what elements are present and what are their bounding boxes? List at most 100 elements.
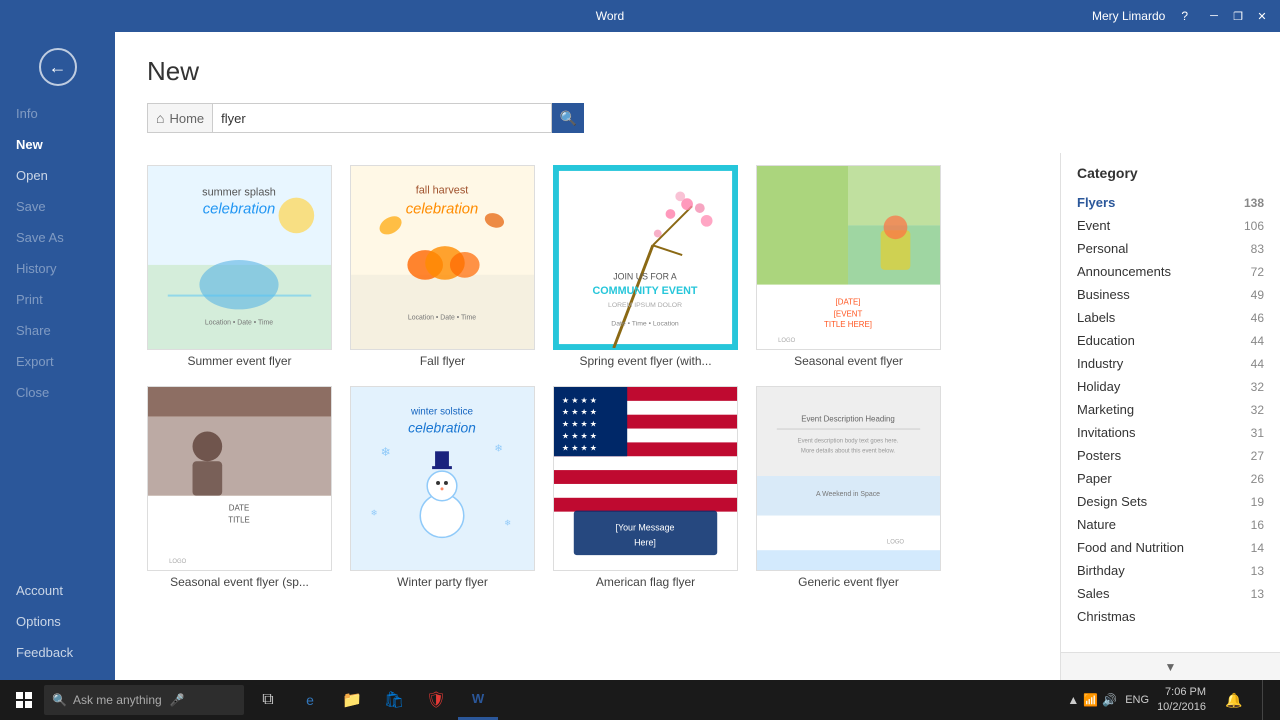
- taskbar-edge-icon[interactable]: e: [290, 680, 330, 720]
- search-bar: ⌂ Home 🔍: [147, 103, 1248, 133]
- template-card-winter[interactable]: winter solstice celebration: [350, 386, 535, 589]
- svg-text:★ ★ ★ ★: ★ ★ ★ ★: [562, 420, 597, 429]
- taskbar-search[interactable]: 🔍 Ask me anything 🎤: [44, 685, 244, 715]
- svg-text:[Your Message: [Your Message: [616, 522, 675, 532]
- template-name-spring: Spring event flyer (with...: [553, 354, 738, 368]
- template-row-1: summer splash celebration Location • Dat…: [147, 165, 1036, 368]
- home-button[interactable]: ⌂ Home: [147, 103, 212, 133]
- scroll-down-arrow[interactable]: ▼: [1061, 652, 1280, 680]
- taskbar-word-icon[interactable]: W: [458, 680, 498, 720]
- sidebar-item-new[interactable]: New: [0, 129, 115, 160]
- sidebar-item-account[interactable]: Account: [0, 575, 115, 606]
- template-thumb-american: ★ ★ ★ ★ ★ ★ ★ ★ ★ ★ ★ ★ ★ ★ ★ ★ ★ ★ ★ ★ …: [553, 386, 738, 571]
- sidebar-item-share[interactable]: Share: [0, 315, 115, 346]
- sidebar-item-history[interactable]: History: [0, 253, 115, 284]
- category-item-event[interactable]: Event 106: [1061, 214, 1280, 237]
- svg-text:LOREM IPSUM DOLOR: LOREM IPSUM DOLOR: [608, 302, 682, 309]
- restore-button[interactable]: ❐: [1228, 6, 1248, 26]
- sidebar-nav: Info New Open Save Save As History Print…: [0, 98, 115, 575]
- sidebar-item-close[interactable]: Close: [0, 377, 115, 408]
- search-input[interactable]: [212, 103, 552, 133]
- taskbar-task-view[interactable]: ⧉: [248, 680, 288, 720]
- tray-network-icon[interactable]: 📶: [1083, 693, 1098, 707]
- search-button[interactable]: 🔍: [552, 103, 584, 133]
- back-button[interactable]: ←: [33, 42, 83, 92]
- sidebar: ← Info New Open Save Save As History Pri…: [0, 32, 115, 680]
- taskbar-store-icon[interactable]: 🛍: [374, 680, 414, 720]
- tray-volume-icon[interactable]: 🔊: [1102, 693, 1117, 707]
- sidebar-item-feedback[interactable]: Feedback: [0, 637, 115, 668]
- category-item-nature[interactable]: Nature 16: [1061, 513, 1280, 536]
- taskbar-right: ▲ 📶 🔊 ENG 7:06 PM 10/2/2016 🔔: [1059, 680, 1276, 720]
- svg-text:Event Description Heading: Event Description Heading: [801, 415, 895, 424]
- svg-text:celebration: celebration: [203, 201, 276, 217]
- svg-text:celebration: celebration: [408, 420, 476, 436]
- category-item-flyers[interactable]: Flyers 138: [1061, 191, 1280, 214]
- template-card-american[interactable]: ★ ★ ★ ★ ★ ★ ★ ★ ★ ★ ★ ★ ★ ★ ★ ★ ★ ★ ★ ★ …: [553, 386, 738, 589]
- taskbar-security-icon[interactable]: 🛡: [416, 680, 456, 720]
- category-count-event: 106: [1244, 219, 1264, 233]
- category-item-announcements[interactable]: Announcements 72: [1061, 260, 1280, 283]
- taskbar-language[interactable]: ENG: [1125, 694, 1149, 706]
- help-button[interactable]: ?: [1181, 9, 1188, 23]
- taskbar-date-display: 10/2/2016: [1157, 700, 1206, 715]
- svg-text:Location • Date • Time: Location • Date • Time: [408, 314, 476, 321]
- category-item-birthday[interactable]: Birthday 13: [1061, 559, 1280, 582]
- category-item-design-sets[interactable]: Design Sets 19: [1061, 490, 1280, 513]
- tray-expand-icon[interactable]: ▲: [1067, 693, 1079, 707]
- svg-text:More details about this event: More details about this event below.: [801, 448, 896, 454]
- sidebar-item-export[interactable]: Export: [0, 346, 115, 377]
- taskbar-search-text: Ask me anything: [73, 693, 162, 707]
- svg-text:[DATE]: [DATE]: [836, 297, 861, 306]
- svg-text:Location • Date • Time: Location • Date • Time: [205, 319, 273, 326]
- sidebar-item-info[interactable]: Info: [0, 98, 115, 129]
- category-item-food[interactable]: Food and Nutrition 14: [1061, 536, 1280, 559]
- template-card-seasonal2[interactable]: DATE TITLE LOGO Seasonal event flyer (sp…: [147, 386, 332, 589]
- category-name-announcements: Announcements: [1077, 264, 1171, 279]
- show-desktop-button[interactable]: [1262, 680, 1268, 720]
- notification-icon[interactable]: 🔔: [1214, 680, 1254, 720]
- category-name-design-sets: Design Sets: [1077, 494, 1147, 509]
- category-item-business[interactable]: Business 49: [1061, 283, 1280, 306]
- svg-text:❄: ❄: [381, 445, 391, 459]
- content-area: New ⌂ Home 🔍: [115, 32, 1280, 680]
- sidebar-item-open[interactable]: Open: [0, 160, 115, 191]
- sidebar-item-options[interactable]: Options: [0, 606, 115, 637]
- template-card-seasonal1[interactable]: [DATE] [EVENT TITLE HERE] LOGO Seasonal …: [756, 165, 941, 368]
- category-item-marketing[interactable]: Marketing 32: [1061, 398, 1280, 421]
- category-name-posters: Posters: [1077, 448, 1121, 463]
- sidebar-item-save-as[interactable]: Save As: [0, 222, 115, 253]
- taskbar-folder-icon[interactable]: 📁: [332, 680, 372, 720]
- category-item-christmas[interactable]: Christmas: [1061, 605, 1280, 628]
- category-item-labels[interactable]: Labels 46: [1061, 306, 1280, 329]
- category-name-holiday: Holiday: [1077, 379, 1120, 394]
- category-count-holiday: 32: [1251, 380, 1264, 394]
- category-item-paper[interactable]: Paper 26: [1061, 467, 1280, 490]
- start-button[interactable]: [4, 680, 44, 720]
- category-scroll: Category Flyers 138 Event 106 Personal 8…: [1061, 153, 1280, 652]
- svg-text:❄: ❄: [504, 518, 511, 527]
- category-count-design-sets: 19: [1251, 495, 1264, 509]
- template-card-fall[interactable]: fall harvest celebration Location • Date…: [350, 165, 535, 368]
- category-count-sales: 13: [1251, 587, 1264, 601]
- category-item-holiday[interactable]: Holiday 32: [1061, 375, 1280, 398]
- category-name-food: Food and Nutrition: [1077, 540, 1184, 555]
- category-count-industry: 44: [1251, 357, 1264, 371]
- category-item-posters[interactable]: Posters 27: [1061, 444, 1280, 467]
- category-item-industry[interactable]: Industry 44: [1061, 352, 1280, 375]
- taskbar-clock[interactable]: 7:06 PM 10/2/2016: [1157, 685, 1206, 716]
- titlebar: Word Mery Limardo ? ─ ❐ ✕: [0, 0, 1280, 32]
- tray-icons: ▲ 📶 🔊: [1067, 693, 1117, 707]
- sidebar-item-save[interactable]: Save: [0, 191, 115, 222]
- close-button[interactable]: ✕: [1252, 6, 1272, 26]
- category-item-education[interactable]: Education 44: [1061, 329, 1280, 352]
- template-card-summer[interactable]: summer splash celebration Location • Dat…: [147, 165, 332, 368]
- template-name-seasonal2: Seasonal event flyer (sp...: [147, 575, 332, 589]
- template-card-spring[interactable]: JOIN US FOR A COMMUNITY EVENT LOREM IPSU…: [553, 165, 738, 368]
- template-card-generic[interactable]: Event Description Heading Event descript…: [756, 386, 941, 589]
- category-item-personal[interactable]: Personal 83: [1061, 237, 1280, 260]
- category-item-invitations[interactable]: Invitations 31: [1061, 421, 1280, 444]
- category-item-sales[interactable]: Sales 13: [1061, 582, 1280, 605]
- minimize-button[interactable]: ─: [1204, 6, 1224, 26]
- sidebar-item-print[interactable]: Print: [0, 284, 115, 315]
